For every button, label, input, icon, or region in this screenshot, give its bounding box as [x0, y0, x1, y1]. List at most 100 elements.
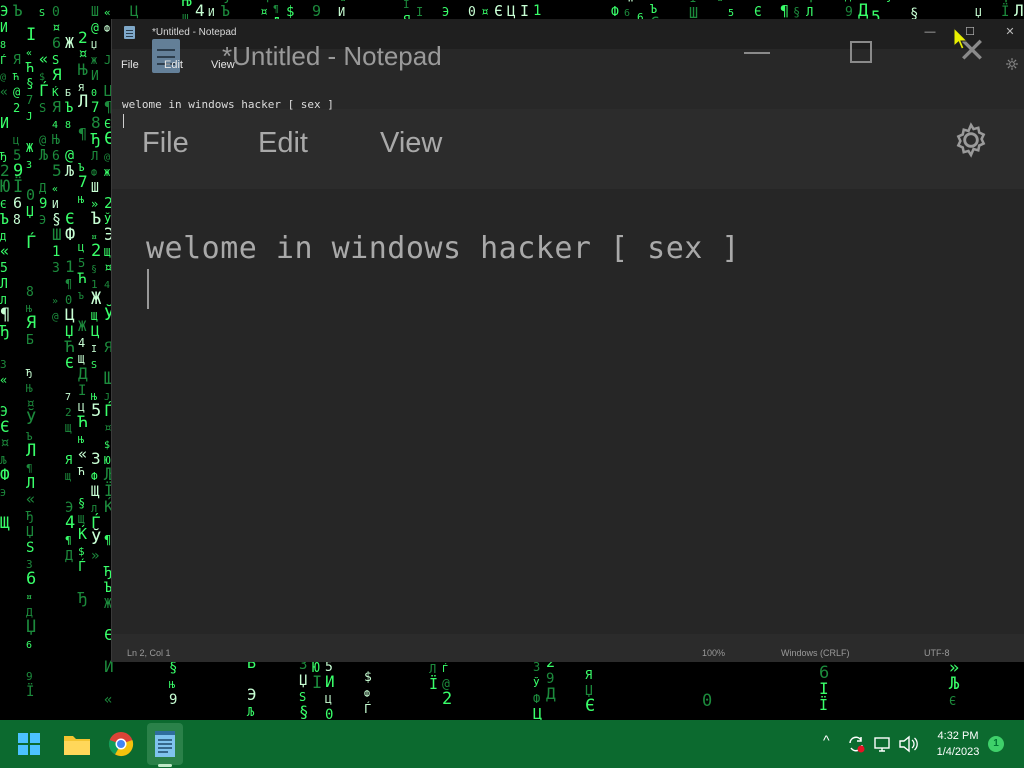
matrix-glyph: 5 [0, 261, 8, 276]
matrix-glyph: @ [0, 72, 6, 83]
matrix-glyph: Є [494, 2, 503, 20]
matrix-glyph: Ѓ [0, 54, 7, 67]
ghost-menu-view: View [380, 127, 443, 159]
notepad-icon[interactable] [153, 730, 177, 758]
matrix-glyph: Б [65, 88, 71, 99]
matrix-glyph: 5 [78, 256, 85, 270]
matrix-glyph: Ћ [77, 412, 88, 431]
matrix-glyph: 0 [52, 5, 60, 20]
matrix-glyph: Њ [52, 133, 60, 148]
matrix-glyph: $ [364, 670, 372, 685]
matrix-glyph: Ў [26, 407, 36, 429]
matrix-glyph: І [520, 2, 529, 20]
matrix-glyph: » [91, 548, 99, 564]
matrix-glyph: І [312, 673, 322, 693]
matrix-glyph: « [52, 184, 58, 195]
matrix-glyph: ¤ [26, 592, 32, 603]
matrix-glyph: Щ [0, 513, 10, 532]
matrix-glyph: « [0, 85, 8, 100]
matrix-glyph: Ј [26, 110, 33, 123]
matrix-glyph: Ш [91, 5, 99, 20]
matrix-glyph: Ж [91, 56, 97, 67]
matrix-glyph: 6 [26, 569, 36, 589]
matrix-glyph: Ѕ [26, 540, 34, 556]
menu-file[interactable]: File [121, 59, 139, 71]
minimize-button[interactable]: — [915, 21, 945, 43]
matrix-glyph: « [39, 50, 48, 68]
matrix-glyph: Ъ [793, 0, 800, 3]
matrix-glyph: 7 [78, 172, 88, 191]
matrix-glyph: Щ [104, 246, 111, 259]
matrix-glyph: Ъ [221, 2, 230, 20]
network-icon[interactable] [873, 735, 891, 753]
status-bar: Ln 2, Col 1 100% Windows (CRLF) UTF-8 [112, 634, 1024, 662]
matrix-glyph: Џ [26, 617, 36, 637]
matrix-glyph: Ѓ [39, 81, 49, 100]
matrix-glyph: @ [39, 133, 46, 147]
matrix-glyph: Ж [65, 34, 74, 52]
matrix-glyph: 7 [26, 93, 33, 107]
matrix-glyph: § [299, 702, 309, 720]
matrix-glyph: « [78, 445, 87, 463]
ghost-menu-edit: Edit [258, 127, 308, 159]
editor-text[interactable]: welome in windows hacker [ sex ] [122, 98, 334, 111]
matrix-glyph: Њ [169, 680, 175, 691]
matrix-glyph: Д [845, 0, 851, 3]
menu-edit[interactable]: Edit [164, 59, 183, 71]
clock-date: 1/4/2023 [936, 746, 980, 758]
matrix-glyph: И [286, 0, 293, 3]
matrix-glyph: Ў [533, 677, 540, 690]
matrix-glyph: Ш [52, 225, 62, 244]
menu-bar: File Edit View [112, 55, 1024, 77]
matrix-glyph: Л [429, 662, 436, 676]
matrix-glyph: 4 [78, 336, 85, 350]
matrix-glyph: Ц [65, 305, 75, 324]
matrix-glyph: @ [13, 85, 20, 99]
chrome-icon[interactable] [108, 731, 134, 757]
matrix-glyph: 0 [325, 707, 333, 720]
matrix-glyph: И [338, 5, 345, 19]
close-button[interactable]: ✕ [995, 21, 1024, 43]
matrix-glyph: 8 [234, 0, 242, 4]
settings-gear-icon[interactable] [1005, 57, 1019, 71]
ghost-menu-file: File [142, 127, 189, 159]
volume-icon[interactable] [898, 735, 918, 753]
matrix-glyph: $ [104, 440, 110, 451]
ghost-editor-text: welome in windows hacker [ sex ] [146, 231, 740, 266]
matrix-glyph: Э [247, 685, 257, 704]
start-icon[interactable] [17, 732, 41, 756]
matrix-glyph: Ѓ [442, 662, 448, 675]
matrix-glyph: Ц [130, 4, 139, 20]
matrix-glyph: Ѓ [104, 0, 110, 3]
file-explorer-icon[interactable] [63, 732, 91, 756]
matrix-glyph: ¶ [65, 277, 72, 291]
matrix-glyph: « [26, 490, 35, 508]
system-clock[interactable]: 4:32 PM 1/4/2023 [928, 728, 988, 760]
matrix-glyph: 0 [26, 186, 35, 204]
matrix-glyph: Џ [299, 673, 307, 689]
menu-view[interactable]: View [211, 59, 235, 71]
ghost-gear-icon [956, 122, 986, 158]
notification-badge[interactable]: 1 [988, 736, 1004, 752]
matrix-glyph: « [104, 692, 112, 708]
matrix-glyph: » [481, 0, 488, 3]
sync-icon[interactable] [846, 734, 866, 754]
matrix-glyph: 3 [533, 660, 540, 674]
matrix-glyph: Ф [91, 470, 98, 483]
matrix-glyph: ¶ [338, 0, 346, 4]
matrix-glyph: 2 [91, 241, 101, 261]
matrix-glyph: Ъ [962, 0, 971, 4]
matrix-glyph: 9 [39, 196, 47, 212]
matrix-glyph: Щ [65, 422, 72, 435]
matrix-glyph: Ш [91, 181, 99, 196]
matrix-glyph: Ѓ [26, 231, 36, 253]
matrix-glyph: ¶ [65, 534, 72, 547]
matrix-glyph: І [78, 383, 86, 399]
encoding: UTF-8 [924, 648, 950, 658]
matrix-glyph: 6 [13, 194, 22, 212]
matrix-glyph: Ъ [91, 209, 101, 229]
clock-time: 4:32 PM [937, 730, 979, 742]
matrix-glyph: И [0, 114, 9, 132]
matrix-glyph: « [0, 242, 9, 260]
chevron-up-icon[interactable]: ^ [823, 732, 830, 748]
